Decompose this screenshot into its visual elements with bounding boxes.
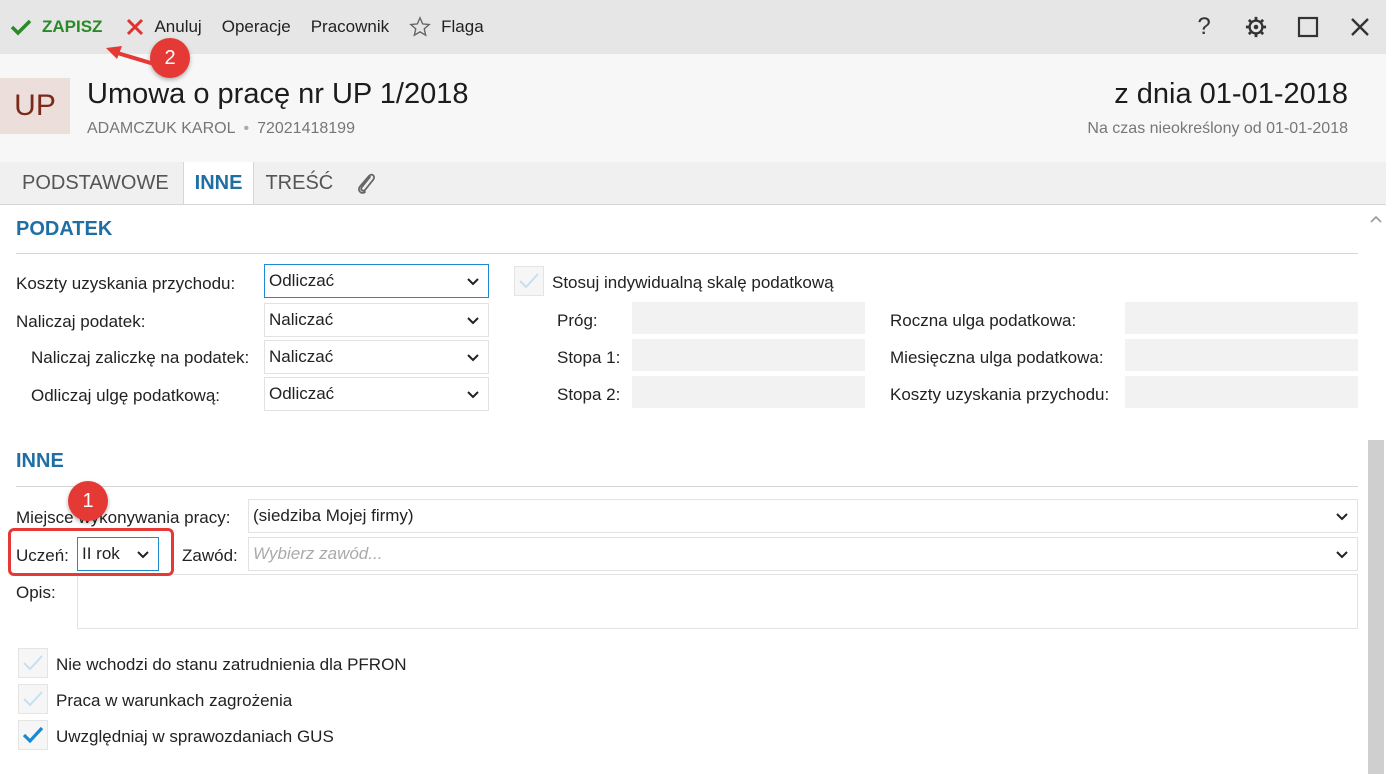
hazard-label: Praca w warunkach zagrożenia (56, 691, 293, 710)
description-textarea[interactable] (77, 574, 1358, 629)
gus-checkbox[interactable] (18, 720, 48, 750)
scroll-up-button[interactable] (1366, 210, 1386, 228)
tab-other[interactable]: INNE (182, 162, 255, 204)
hazard-checkbox[interactable] (18, 684, 48, 714)
checkmark-icon (10, 19, 32, 36)
document-header: UP Umowa o pracę nr UP 1/2018 ADAMCZUK K… (0, 54, 1386, 162)
maximize-icon (1297, 16, 1319, 38)
save-button[interactable]: ZAPISZ (0, 0, 112, 54)
tab-attachments[interactable] (344, 162, 388, 204)
monthly-relief-label: Miesięczna ulga podatkowa: (890, 348, 1104, 367)
gear-icon (1245, 16, 1267, 38)
employee-info: ADAMCZUK KAROL • 72021418199 (87, 120, 355, 138)
section-divider (16, 486, 1358, 487)
page-title: Umowa o pracę nr UP 1/2018 (87, 78, 469, 110)
description-label: Opis: (16, 583, 56, 602)
workplace-select[interactable]: (siedziba Mojej firmy) (248, 499, 1358, 533)
chevron-down-icon (1336, 551, 1348, 559)
income-costs-field (1125, 376, 1358, 408)
separator-dot: • (243, 120, 250, 137)
help-button[interactable]: ? (1178, 0, 1230, 54)
workplace-select-value: (siedziba Mojej firmy) (253, 506, 414, 525)
rate1-label: Stopa 1: (557, 348, 621, 367)
pfron-label: Nie wchodzi do stanu zatrudnienia dla PF… (56, 655, 407, 674)
costs-label: Koszty uzyskania przychodu: (16, 274, 236, 293)
chevron-down-icon (467, 391, 479, 399)
employee-label: Pracownik (310, 17, 390, 36)
rate2-field (632, 376, 865, 408)
employee-menu[interactable]: Pracownik (301, 0, 399, 54)
employee-name: ADAMCZUK KAROL (87, 120, 236, 137)
costs-select-value: Odliczać (269, 271, 335, 290)
chevron-down-icon (467, 354, 479, 362)
checkmark-icon (22, 726, 44, 744)
form-panel: PODATEK Koszty uzyskania przychodu: Odli… (0, 204, 1386, 774)
save-label: ZAPISZ (42, 17, 103, 36)
help-icon: ? (1197, 13, 1211, 40)
tab-bar: PODSTAWOWE INNE TREŚĆ (0, 162, 1386, 204)
threshold-label: Próg: (557, 311, 598, 330)
annual-relief-field (1125, 302, 1358, 334)
flag-button[interactable]: Flaga (399, 0, 494, 54)
tab-content[interactable]: TREŚĆ (254, 162, 344, 204)
individual-scale-label: Stosuj indywidualną skalę podatkową (552, 273, 834, 292)
paperclip-icon (358, 173, 376, 194)
annual-relief-label: Roczna ulga podatkowa: (890, 311, 1077, 330)
workplace-label: Miejsce wykonywania pracy: (16, 508, 231, 527)
costs-select[interactable]: Odliczać (264, 264, 489, 298)
relief-select-value: Odliczać (269, 384, 335, 403)
toolbar: ZAPISZ Anuluj Operacje Pracownik Flaga ? (0, 0, 1386, 54)
star-icon (409, 16, 431, 37)
chevron-down-icon (1336, 513, 1348, 521)
close-icon (1351, 18, 1369, 36)
rate2-label: Stopa 2: (557, 385, 621, 404)
cancel-label: Anuluj (154, 17, 202, 36)
document-type-badge: UP (0, 78, 70, 134)
employee-id: 72021418199 (257, 120, 355, 137)
close-window-button[interactable] (1334, 0, 1386, 54)
advance-label: Naliczaj zaliczkę na podatek: (31, 348, 250, 367)
chevron-up-icon (1370, 215, 1382, 223)
pfron-checkbox[interactable] (18, 648, 48, 678)
advance-select[interactable]: Naliczać (264, 340, 489, 374)
monthly-relief-field (1125, 339, 1358, 371)
relief-label: Odliczaj ulgę podatkową: (31, 386, 221, 405)
maximize-button[interactable] (1282, 0, 1334, 54)
income-costs-label: Koszty uzyskania przychodu: (890, 385, 1110, 404)
annotation-arrow (106, 46, 155, 66)
close-icon (127, 18, 144, 36)
chevron-down-icon (467, 278, 479, 286)
contract-term: Na czas nieokreślony od 01-01-2018 (1087, 120, 1348, 137)
tax-section-title: PODATEK (16, 218, 113, 240)
operations-label: Operacje (221, 17, 291, 36)
calc-tax-select[interactable]: Naliczać (264, 303, 489, 337)
checkmark-icon (23, 691, 43, 707)
flag-label: Flaga (441, 17, 484, 36)
settings-button[interactable] (1230, 0, 1282, 54)
operations-menu[interactable]: Operacje (212, 0, 301, 54)
checkmark-icon (519, 273, 539, 289)
gus-label: Uwzględniaj w sprawozdaniach GUS (56, 727, 334, 746)
chevron-down-icon (467, 317, 479, 325)
advance-select-value: Naliczać (269, 347, 334, 366)
profession-placeholder: Wybierz zawód... (253, 544, 383, 563)
checkmark-icon (23, 655, 43, 671)
scrollbar-thumb[interactable] (1368, 440, 1384, 774)
relief-select[interactable]: Odliczać (264, 377, 489, 411)
document-date: z dnia 01-01-2018 (1114, 78, 1348, 110)
rate1-field (632, 339, 865, 371)
tab-basic[interactable]: PODSTAWOWE (0, 162, 183, 204)
annotation-highlight-box (8, 528, 174, 576)
annotation-marker-1: 1 (68, 481, 108, 521)
individual-scale-checkbox[interactable] (514, 266, 544, 296)
profession-select[interactable]: Wybierz zawód... (248, 537, 1358, 571)
calc-tax-select-value: Naliczać (269, 310, 334, 329)
other-section-title: INNE (16, 450, 64, 472)
section-divider (16, 253, 1358, 254)
calc-tax-label: Naliczaj podatek: (16, 312, 146, 331)
threshold-field (632, 302, 865, 334)
profession-label: Zawód: (182, 546, 238, 565)
